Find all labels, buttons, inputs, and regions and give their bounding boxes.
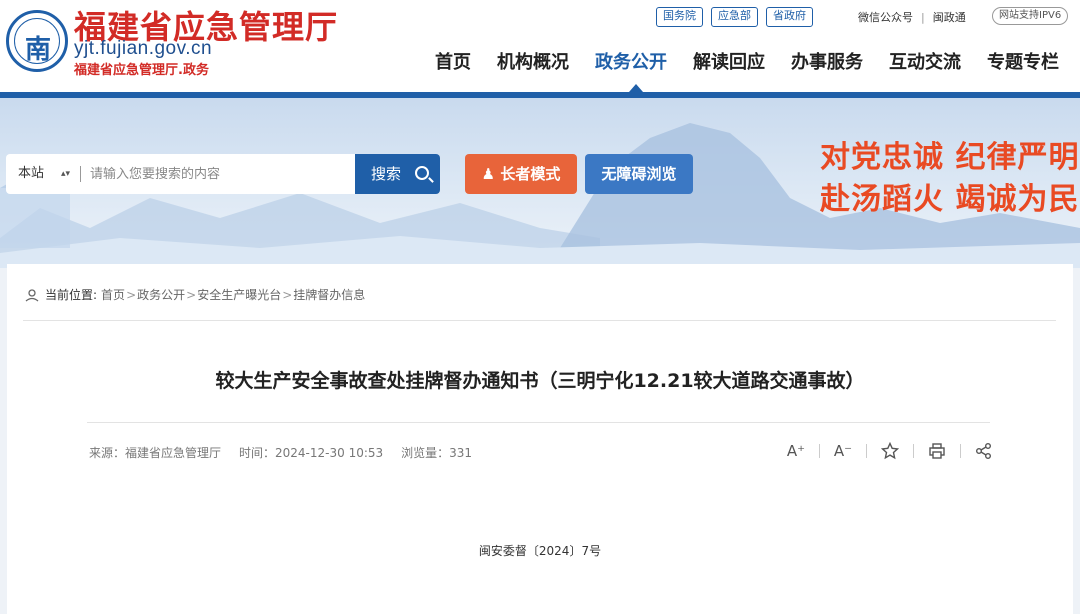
top-misc: 微信公众号 | 闽政通 xyxy=(858,9,966,25)
site-header: 南 福建省应急管理厅 yjt.fujian.gov.cn 福建省应急管理厅.政务… xyxy=(0,0,1080,92)
link-guowuyuan[interactable]: 国务院 xyxy=(656,7,703,27)
article-panel: 当前位置: 首页 > 政务公开 > 安全生产曝光台 > 挂牌督办信息 较大生产安… xyxy=(7,264,1073,614)
article-time: 时间：2024-12-30 10:53 xyxy=(239,446,384,460)
divider xyxy=(866,444,867,458)
updown-icon: ▴▾ xyxy=(60,169,70,179)
search-icon xyxy=(415,166,429,180)
search-divider xyxy=(80,166,81,182)
slogan-line-2: 赴汤蹈火 竭诚为民 xyxy=(820,182,1080,217)
breadcrumb-exposure[interactable]: 安全生产曝光台 xyxy=(197,286,281,303)
emblem-inner-ring: 南 xyxy=(14,18,60,65)
article-tools: A⁺ A⁻ xyxy=(785,440,995,462)
breadcrumb-sep: > xyxy=(282,287,293,302)
breadcrumb-sep: > xyxy=(126,287,137,302)
breadcrumb-home[interactable]: 首页 xyxy=(101,286,125,303)
emblem-logo-icon[interactable]: 南 xyxy=(6,10,68,72)
font-increase-icon[interactable]: A⁺ xyxy=(785,440,807,462)
banner: 本站 ▴▾ 搜索 ♟ 长者模式 无障碍浏览 对党忠诚 纪律严明 赴汤蹈火 竭诚为… xyxy=(0,98,1080,268)
link-yingjibu[interactable]: 应急部 xyxy=(711,7,758,27)
article-source: 来源：福建省应急管理厅 xyxy=(89,446,222,460)
site-subtitle: 福建省应急管理厅.政务 xyxy=(74,63,209,78)
article-meta: 来源：福建省应急管理厅 时间：2024-12-30 10:53 浏览量：331 xyxy=(89,444,472,461)
article-views: 浏览量：331 xyxy=(401,446,473,460)
search-input[interactable] xyxy=(90,154,350,194)
nav-item-interpretation[interactable]: 解读回应 xyxy=(680,48,778,74)
font-decrease-icon[interactable]: A⁻ xyxy=(832,440,854,462)
nav-item-interaction[interactable]: 互动交流 xyxy=(876,48,974,74)
accessible-browse-button[interactable]: 无障碍浏览 xyxy=(585,154,693,194)
nav-item-gov-affairs[interactable]: 政务公开 xyxy=(582,48,680,74)
nav-item-home[interactable]: 首页 xyxy=(422,48,484,74)
ipv6-badge: 网站支持IPV6 xyxy=(992,7,1069,25)
nav-active-indicator xyxy=(629,84,643,92)
search-scope-label: 本站 xyxy=(18,166,45,181)
search-button-label: 搜索 xyxy=(371,165,402,183)
search-box: 本站 ▴▾ 搜索 xyxy=(6,154,440,194)
link-shengzhengfu[interactable]: 省政府 xyxy=(766,7,813,27)
minzhengtong-link[interactable]: 闽政通 xyxy=(933,9,966,25)
breadcrumb: 当前位置: 首页 > 政务公开 > 安全生产曝光台 > 挂牌督办信息 xyxy=(25,286,365,303)
breadcrumb-label: 当前位置: xyxy=(45,288,98,302)
nav-item-topics[interactable]: 专题专栏 xyxy=(974,48,1072,74)
elder-icon: ♟ xyxy=(481,165,496,183)
breadcrumb-supervision[interactable]: 挂牌督办信息 xyxy=(293,286,365,303)
divider xyxy=(23,320,1056,321)
share-icon[interactable] xyxy=(973,440,995,462)
breadcrumb-gov-affairs[interactable]: 政务公开 xyxy=(137,286,185,303)
elder-mode-button[interactable]: ♟ 长者模式 xyxy=(465,154,577,194)
divider: | xyxy=(921,10,925,24)
wechat-link[interactable]: 微信公众号 xyxy=(858,9,913,25)
main-nav: 首页 机构概况 政务公开 解读回应 办事服务 互动交流 专题专栏 xyxy=(422,48,1072,74)
divider xyxy=(819,444,820,458)
divider xyxy=(913,444,914,458)
divider xyxy=(87,422,990,423)
divider xyxy=(960,444,961,458)
location-icon xyxy=(25,288,39,302)
article-title: 较大生产安全事故查处挂牌督办通知书（三明宁化12.21较大道路交通事故） xyxy=(215,370,865,392)
slogan-line-1: 对党忠诚 纪律严明 xyxy=(820,140,1080,175)
emblem-glyph: 南 xyxy=(24,35,51,65)
star-icon[interactable] xyxy=(879,440,901,462)
search-scope-select[interactable]: 本站 ▴▾ xyxy=(6,154,76,194)
nav-item-services[interactable]: 办事服务 xyxy=(778,48,876,74)
print-icon[interactable] xyxy=(926,440,948,462)
document-number: 闽安委督〔2024〕7号 xyxy=(478,544,602,558)
site-domain: yjt.fujian.gov.cn xyxy=(74,38,213,59)
elder-mode-label: 长者模式 xyxy=(500,165,561,183)
breadcrumb-sep: > xyxy=(186,287,197,302)
nav-item-org[interactable]: 机构概况 xyxy=(484,48,582,74)
top-links: 国务院 应急部 省政府 xyxy=(656,7,813,27)
search-button[interactable]: 搜索 xyxy=(355,154,440,194)
